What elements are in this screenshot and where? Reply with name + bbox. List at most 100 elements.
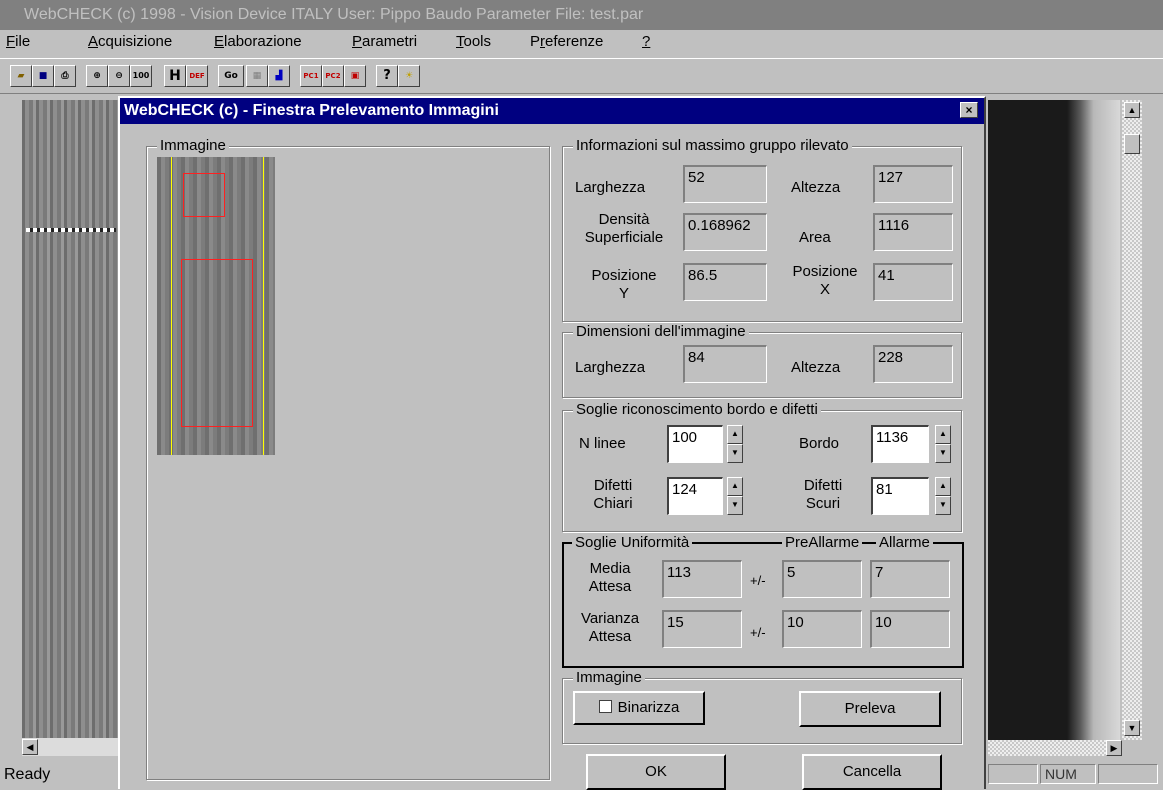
close-icon[interactable]: × (960, 102, 978, 118)
densita-label-line1: Densità (598, 211, 650, 228)
spin-down-icon[interactable]: ▼ (935, 496, 951, 515)
max-group-info-group: Informazioni sul massimo gruppo rilevato… (562, 137, 962, 322)
menu-preferenze[interactable]: Preferenze (530, 33, 603, 50)
preleva-button[interactable]: Preleva (799, 691, 941, 727)
thresholds-legend: Soglie riconoscimento bordo e difetti (573, 401, 821, 418)
save-icon[interactable]: ■ (32, 65, 54, 87)
plus-minus-2: +/- (750, 625, 766, 640)
zoom-100-icon[interactable]: 100 (130, 65, 152, 87)
go-icon[interactable]: Go (218, 65, 244, 87)
defect-box-max-group (181, 259, 253, 427)
posizione-y-label: Posizione Y (577, 267, 671, 303)
binarizza-checkbox[interactable]: Binarizza (573, 691, 705, 725)
menu-preferenze-pre: P (530, 33, 541, 50)
nlinee-input[interactable]: 100 (667, 425, 723, 463)
difetti-chiari-label: Difetti Chiari (579, 477, 647, 513)
menu-preferenze-label: eferenze (545, 33, 604, 50)
def-icon[interactable]: DEF (186, 65, 208, 87)
area-label: Area (799, 229, 831, 246)
menu-acquisizione[interactable]: Acquisizione (88, 33, 172, 50)
difetti-scuri-input[interactable]: 81 (871, 477, 929, 515)
scroll-up-arrow-icon[interactable]: ▲ (1124, 102, 1140, 118)
spin-down-icon[interactable]: ▼ (935, 444, 951, 463)
bordo-spinner[interactable]: ▲ ▼ (935, 425, 951, 463)
prealarm-legend: PreAllarme (782, 534, 863, 551)
difetti-chiari-line2: Chiari (593, 495, 633, 512)
difetti-chiari-spinner[interactable]: ▲ ▼ (727, 477, 743, 515)
varianza-prealarm-field: 10 (782, 610, 862, 648)
posizione-y-line2: Y (618, 285, 629, 302)
info-icon[interactable]: ☀ (398, 65, 420, 87)
media-attesa-field: 113 (662, 560, 742, 598)
vertical-scrollbar[interactable]: ▲ ▼ (1122, 100, 1142, 740)
nlinee-spinner[interactable]: ▲ ▼ (727, 425, 743, 463)
spin-down-icon[interactable]: ▼ (727, 444, 743, 463)
image-options-legend: Immagine (573, 669, 645, 686)
varianza-attesa-label: Varianza Attesa (570, 610, 650, 646)
posizione-y-field: 86.5 (683, 263, 767, 301)
help-icon[interactable]: ? (376, 65, 398, 87)
cancel-button[interactable]: Cancella (802, 754, 942, 790)
difetti-chiari-input[interactable]: 124 (667, 477, 723, 515)
posizione-x-field: 41 (873, 263, 953, 301)
dim-larghezza-field: 84 (683, 345, 767, 383)
scroll-right-arrow-icon[interactable]: ▶ (1106, 740, 1122, 756)
spin-up-icon[interactable]: ▲ (935, 425, 951, 444)
varianza-attesa-field: 15 (662, 610, 742, 648)
max-altezza-field: 127 (873, 165, 953, 203)
right-image-view (988, 100, 1120, 748)
spin-down-icon[interactable]: ▼ (727, 496, 743, 515)
menu-elaborazione[interactable]: Elaborazione (214, 33, 302, 50)
dim-altezza-field: 228 (873, 345, 953, 383)
difetti-scuri-spinner[interactable]: ▲ ▼ (935, 477, 951, 515)
media-alarm-field: 7 (870, 560, 950, 598)
spin-up-icon[interactable]: ▲ (935, 477, 951, 496)
image-preview (157, 157, 275, 455)
menu-help[interactable]: ? (642, 33, 650, 50)
zoom-out-icon[interactable]: ⊖ (108, 65, 130, 87)
scroll-down-arrow-icon[interactable]: ▼ (1124, 720, 1140, 736)
pc1-icon[interactable]: PC1 (300, 65, 322, 87)
difetti-scuri-line2: Scuri (805, 495, 841, 512)
menu-tools[interactable]: Tools (456, 33, 491, 50)
media-prealarm-field: 5 (782, 560, 862, 598)
posizione-x-line1: Posizione (792, 263, 858, 280)
legend-separator (722, 543, 780, 544)
checkbox-icon[interactable] (598, 700, 612, 713)
menu-file-label: ile (15, 33, 31, 50)
st-icon[interactable]: ▦ (246, 65, 268, 87)
toolbar: ▰ ■ ⎙ ⊕ ⊖ 100 H DEF Go ▦ ▟ PC1 PC2 ▣ ? ☀ (0, 58, 1163, 94)
chart-icon[interactable]: ▟ (268, 65, 290, 87)
open-icon[interactable]: ▰ (10, 65, 32, 87)
spin-up-icon[interactable]: ▲ (727, 477, 743, 496)
dim-larghezza-label: Larghezza (575, 359, 646, 376)
bordo-label: Bordo (799, 435, 840, 452)
scroll-thumb[interactable] (1124, 134, 1140, 154)
right-horizontal-scrollbar[interactable]: ▶ (988, 740, 1122, 756)
left-horizontal-scrollbar[interactable]: ◀ (22, 738, 118, 756)
pc2-icon[interactable]: PC2 (322, 65, 344, 87)
varianza-alarm-field: 10 (870, 610, 950, 648)
menu-file[interactable]: File (6, 33, 30, 50)
print-icon[interactable]: ⎙ (54, 65, 76, 87)
spin-up-icon[interactable]: ▲ (727, 425, 743, 444)
posizione-x-label: Posizione X (779, 263, 871, 299)
zoom-in-icon[interactable]: ⊕ (86, 65, 108, 87)
uniformity-legend: Soglie Uniformità (572, 534, 693, 551)
densita-field: 0.168962 (683, 213, 767, 251)
scroll-left-arrow-icon[interactable]: ◀ (22, 739, 38, 755)
binarizza-label: Binarizza (617, 699, 680, 716)
ok-button[interactable]: OK (586, 754, 726, 790)
area-field: 1116 (873, 213, 953, 251)
densita-label: Densità Superficiale (577, 211, 671, 247)
calc-icon[interactable]: ▣ (344, 65, 366, 87)
image-capture-dialog: WebCHECK (c) - Finestra Prelevamento Imm… (118, 96, 986, 790)
larghezza-label: Larghezza (575, 179, 646, 196)
status-text: Ready (4, 766, 51, 783)
bordo-input[interactable]: 1136 (871, 425, 929, 463)
film-icon[interactable]: H (164, 65, 186, 87)
image-preview-legend: Immagine (157, 137, 229, 154)
menu-parametri[interactable]: Parametri (352, 33, 417, 50)
menu-parametri-accel: P (352, 33, 363, 50)
max-group-legend: Informazioni sul massimo gruppo rilevato (573, 137, 852, 154)
